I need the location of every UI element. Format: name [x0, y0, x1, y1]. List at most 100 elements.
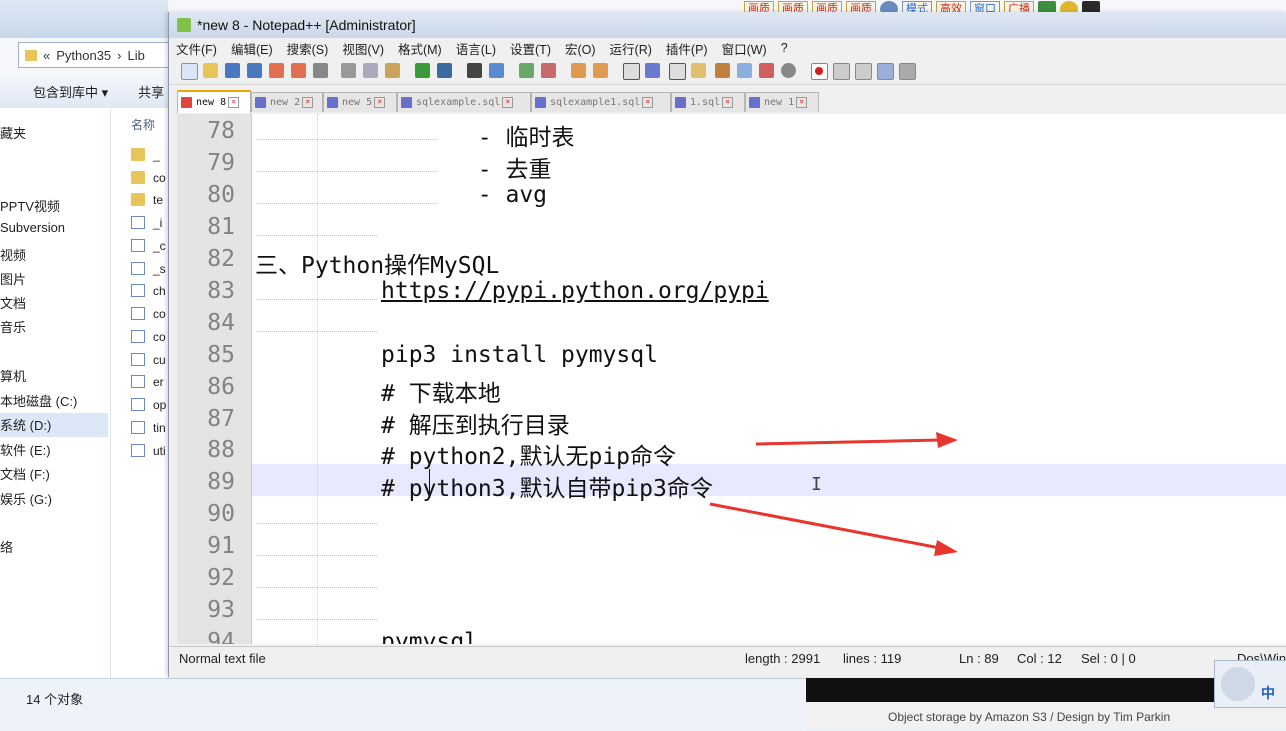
nav-item-music[interactable]: 音乐 — [0, 317, 26, 336]
find-icon[interactable] — [467, 63, 482, 78]
user-lang-icon[interactable] — [691, 63, 706, 78]
nav-item-videos[interactable]: 视频 — [0, 245, 26, 264]
replace-icon[interactable] — [489, 63, 504, 78]
tab-new-1[interactable]: new 1 × — [745, 92, 819, 112]
nav-item-documents[interactable]: 文档 — [0, 293, 26, 312]
close-tab-icon[interactable]: × — [722, 97, 734, 108]
word-wrap-icon[interactable] — [623, 63, 640, 80]
line-number: 81 — [207, 214, 235, 240]
tab-1-sql[interactable]: 1.sql × — [671, 92, 745, 112]
code-line: - avg — [367, 182, 548, 208]
menu-run[interactable]: 运行(R) — [610, 39, 652, 58]
column-header-name[interactable]: 名称 — [131, 116, 155, 133]
explorer-address-bar[interactable]: « Python35 › Lib — [18, 42, 170, 68]
save-all-icon[interactable] — [247, 63, 262, 78]
share-button[interactable]: 共享 — [138, 82, 164, 101]
menu-format[interactable]: 格式(M) — [398, 39, 442, 58]
address-folder-icon — [25, 49, 37, 61]
file-saved-icon — [401, 97, 412, 108]
print-icon[interactable] — [313, 63, 328, 78]
nav-item-pptv[interactable]: PPTV视频 — [0, 196, 60, 215]
paste-icon[interactable] — [385, 63, 400, 78]
python-file-icon — [131, 444, 145, 457]
close-tab-icon[interactable]: × — [302, 97, 314, 108]
sync-horizontal-icon[interactable] — [593, 63, 608, 78]
code-line: 三、Python操作MySQL — [255, 253, 500, 279]
zoom-in-icon[interactable] — [519, 63, 534, 78]
npp-title-bar[interactable]: *new 8 - Notepad++ [Administrator] — [169, 12, 1286, 38]
function-list-icon[interactable] — [737, 63, 752, 78]
menu-help[interactable]: ? — [781, 41, 788, 55]
close-tab-icon[interactable]: × — [642, 97, 654, 108]
play-macro-icon[interactable] — [855, 63, 872, 80]
stop-macro-icon[interactable] — [833, 63, 850, 80]
npp-toolbar — [169, 58, 1286, 85]
menu-language[interactable]: 语言(L) — [456, 39, 496, 58]
redo-icon[interactable] — [437, 63, 452, 78]
nav-item-drive-d[interactable]: 系统 (D:) — [0, 413, 108, 437]
url-link[interactable]: https://pypi.python.org/pypi — [381, 278, 769, 304]
show-all-chars-icon[interactable] — [645, 63, 660, 78]
nav-item-drive-g[interactable]: 娱乐 (G:) — [0, 489, 52, 508]
nav-item-computer[interactable]: 算机 — [0, 366, 26, 385]
python-file-icon — [131, 262, 145, 275]
address-lib[interactable]: Lib — [128, 48, 145, 63]
save-icon[interactable] — [225, 63, 240, 78]
monitoring-icon[interactable] — [781, 63, 796, 78]
tab-new-8[interactable]: new 8 × — [177, 90, 251, 113]
include-in-library-button[interactable]: 包含到库中 ▾ — [33, 82, 108, 101]
address-python35[interactable]: Python35 — [56, 48, 111, 63]
close-all-icon[interactable] — [291, 63, 306, 78]
nav-item-network[interactable]: 络 — [0, 537, 13, 556]
menu-settings[interactable]: 设置(T) — [510, 39, 551, 58]
cut-icon[interactable] — [341, 63, 356, 78]
tab-new-2[interactable]: new 2 × — [251, 92, 323, 112]
close-tab-icon[interactable]: × — [502, 97, 514, 108]
zoom-out-icon[interactable] — [541, 63, 556, 78]
close-tab-icon[interactable]: × — [374, 97, 386, 108]
menu-view[interactable]: 视图(V) — [342, 39, 384, 58]
close-tab-icon[interactable]: × — [228, 97, 240, 108]
tab-sqlexample[interactable]: sqlexample.sql × — [397, 92, 531, 112]
undo-icon[interactable] — [415, 63, 430, 78]
nav-item-subversion[interactable]: Subversion — [0, 220, 65, 235]
file-modified-icon — [181, 97, 192, 108]
address-overflow[interactable]: « — [43, 48, 50, 63]
indent-guide-icon[interactable] — [669, 63, 686, 80]
save-macro-icon[interactable] — [899, 63, 916, 80]
address-chevron-icon: › — [117, 47, 122, 63]
line-number: 90 — [207, 501, 235, 527]
nav-item-drive-e[interactable]: 软件 (E:) — [0, 440, 51, 459]
code-line: # 下载本地 — [381, 381, 501, 407]
code-line: # python2,默认无pip命令 — [381, 444, 677, 470]
copy-icon[interactable] — [363, 63, 378, 78]
doc-map-icon[interactable] — [715, 63, 730, 78]
menu-macro[interactable]: 宏(O) — [565, 39, 596, 58]
close-tab-icon[interactable]: × — [796, 97, 808, 108]
tab-sqlexample1[interactable]: sqlexample1.sql × — [531, 92, 671, 112]
nav-item-pictures[interactable]: 图片 — [0, 269, 26, 288]
menu-plugins[interactable]: 插件(P) — [666, 39, 708, 58]
menu-edit[interactable]: 编辑(E) — [231, 39, 273, 58]
close-icon[interactable] — [269, 63, 284, 78]
line-number: 93 — [207, 597, 235, 623]
nav-item-favorites[interactable]: 藏夹 — [0, 123, 26, 142]
nav-item-drive-c[interactable]: 本地磁盘 (C:) — [0, 391, 77, 410]
indent-guide — [317, 114, 318, 644]
open-file-icon[interactable] — [203, 63, 218, 78]
new-file-icon[interactable] — [181, 63, 198, 80]
folder-workspace-icon[interactable] — [759, 63, 774, 78]
ime-toolbar[interactable]: 中 — [1214, 660, 1286, 708]
sync-vertical-icon[interactable] — [571, 63, 586, 78]
menu-window[interactable]: 窗口(W) — [722, 39, 767, 58]
menu-search[interactable]: 搜索(S) — [287, 39, 329, 58]
editor-area[interactable]: 78 79 80 81 82 83 84 85 86 87 88 89 90 9… — [177, 114, 1286, 644]
ime-language-indicator[interactable]: 中 — [1261, 683, 1275, 703]
menu-file[interactable]: 文件(F) — [176, 39, 217, 58]
tab-new-5[interactable]: new 5 × — [323, 92, 397, 112]
line-number: 85 — [207, 342, 235, 368]
run-macro-multiple-icon[interactable] — [877, 63, 894, 80]
python-file-icon — [131, 330, 145, 343]
record-macro-icon[interactable] — [811, 63, 828, 80]
nav-item-drive-f[interactable]: 文档 (F:) — [0, 464, 50, 483]
